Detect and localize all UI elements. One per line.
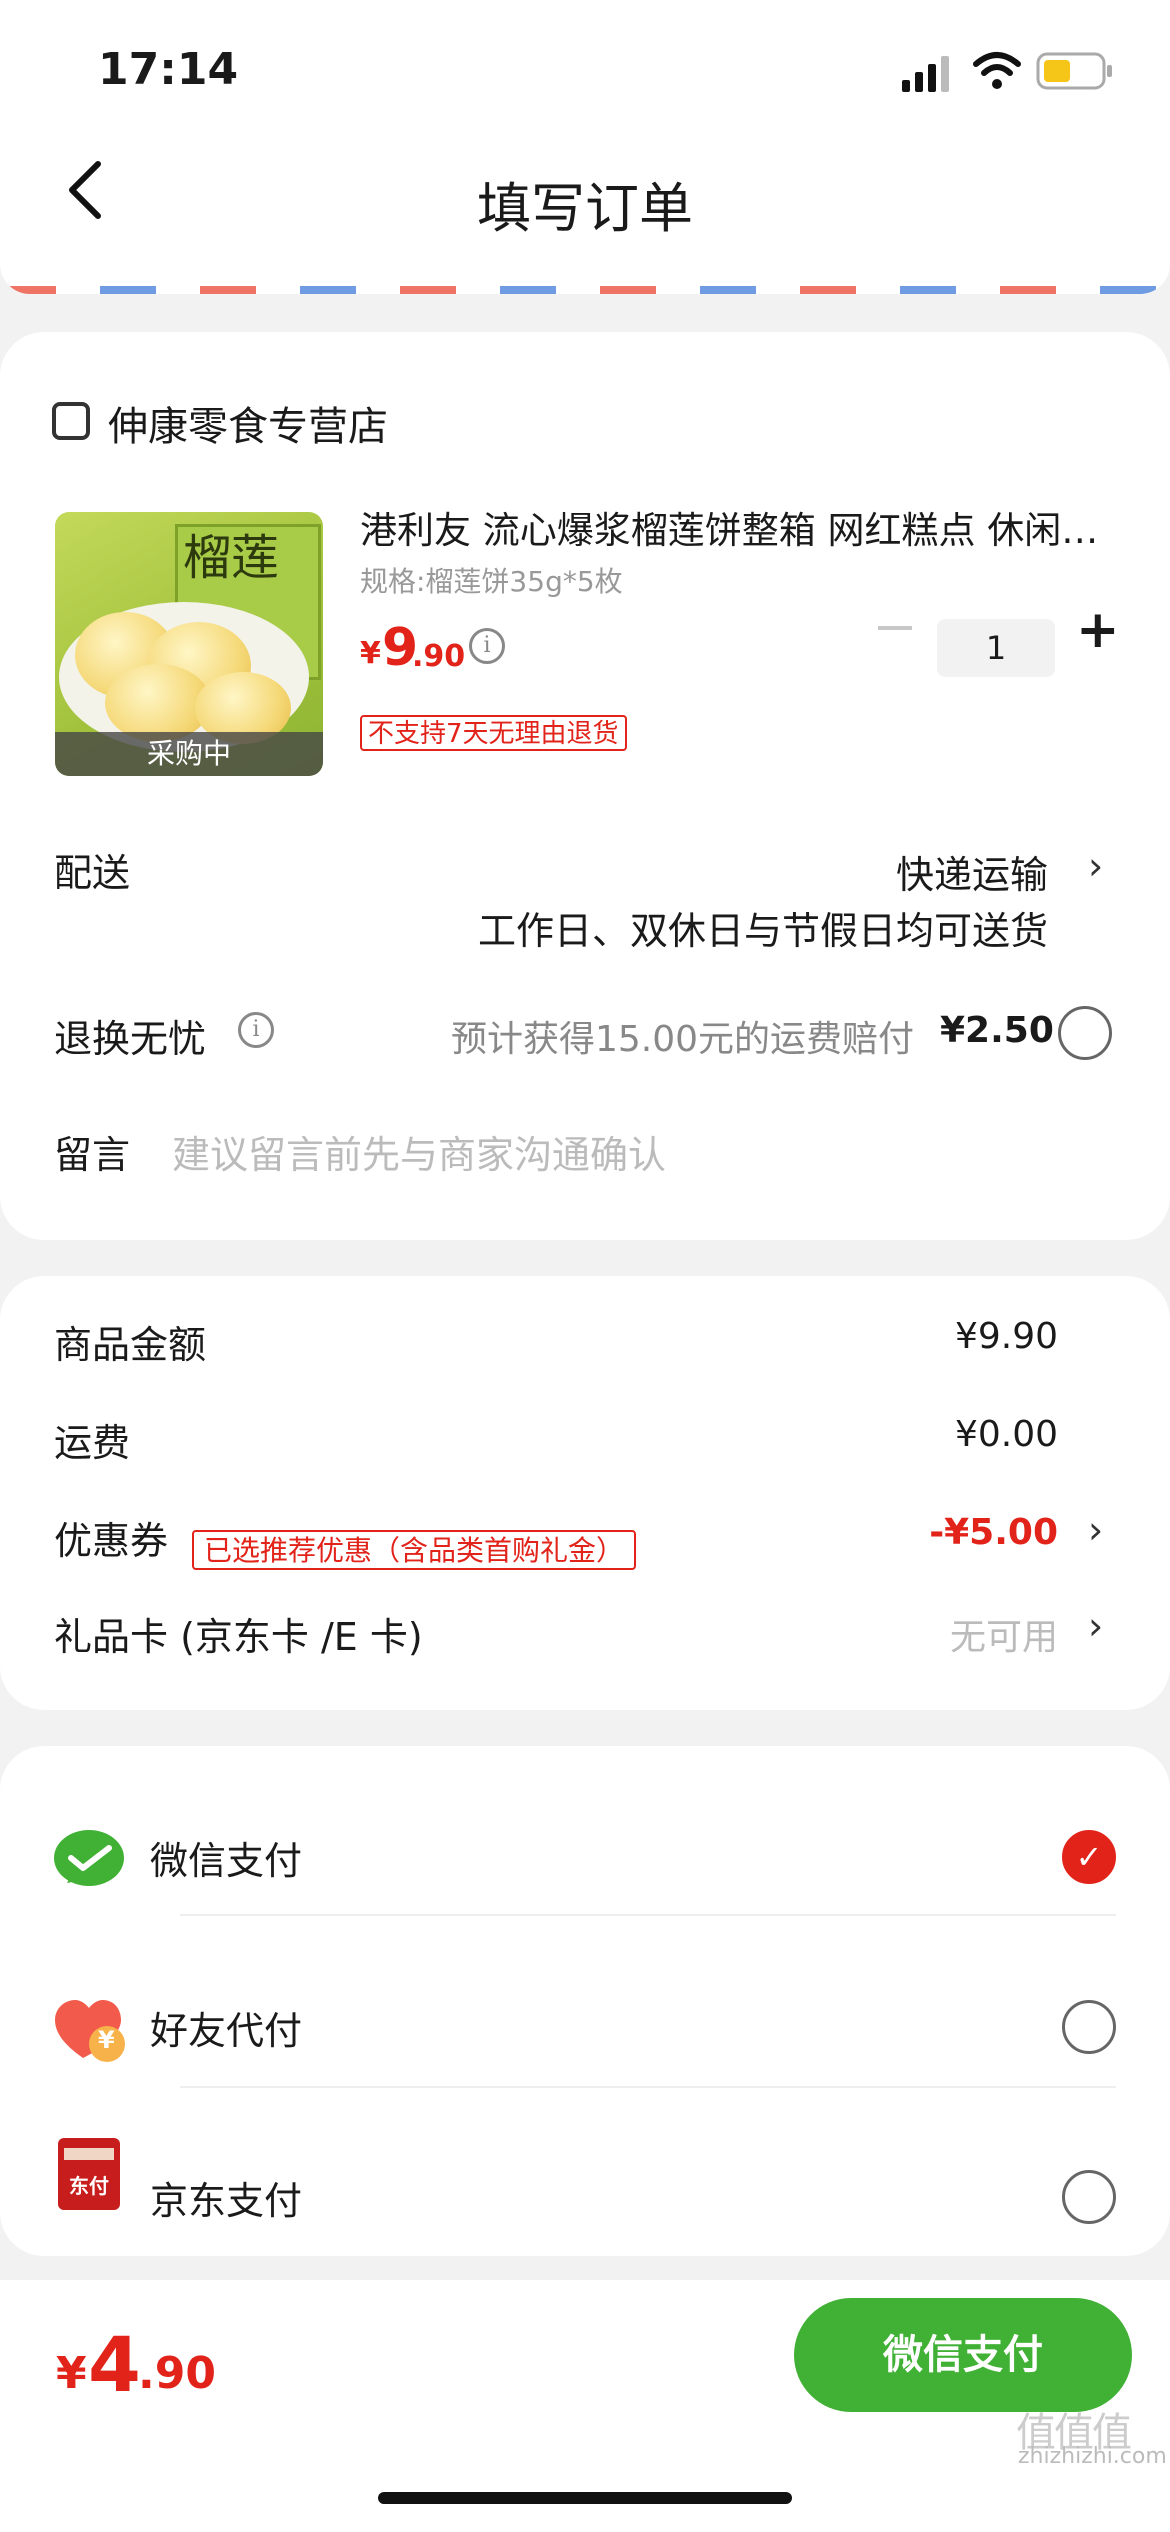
return-policy-tag: 不支持7天无理由退货 <box>360 715 627 751</box>
checkout-bar: ¥ 4 .90 微信支付 <box>0 2280 1170 2532</box>
payment-method-label[interactable]: 好友代付 <box>150 2000 302 2055</box>
shipping-value: ¥0.00 <box>954 1414 1058 1455</box>
product-spec: 规格:榴莲饼35g*5枚 <box>360 565 623 598</box>
airmail-border <box>0 250 1170 294</box>
quantity-minus-button[interactable] <box>878 626 912 630</box>
goods-amount-label: 商品金额 <box>54 1323 207 1367</box>
product-title[interactable]: 港利友 流心爆浆榴莲饼整箱 网红糕点 休闲零食 <box>360 500 1114 554</box>
coupon-label: 优惠券 <box>54 1519 169 1563</box>
home-indicator[interactable] <box>378 2492 792 2504</box>
product-image[interactable]: 榴莲 采购中 <box>55 512 323 776</box>
message-input[interactable]: 建议留言前先与商家沟通确认 <box>172 1124 666 1179</box>
signal-icon <box>902 56 949 92</box>
payment-radio[interactable] <box>1062 2000 1116 2054</box>
giftcard-label: 礼品卡 (京东卡 /E 卡) <box>54 1615 423 1659</box>
coupon-tag: 已选推荐优惠（含品类首购礼金） <box>192 1530 637 1570</box>
giftcard-value[interactable]: 无可用 <box>950 1608 1058 1660</box>
product-price-decimal: .90 <box>412 639 466 674</box>
wechat-pay-button[interactable]: 微信支付 <box>794 2298 1132 2412</box>
insurance-price: ¥2.50 <box>940 1010 1054 1051</box>
chevron-right-icon[interactable]: › <box>1088 844 1103 888</box>
total-currency: ¥ <box>56 2348 87 2399</box>
jd-pay-icon-text: 东付 <box>69 2174 109 2198</box>
insurance-label: 退换无忧 <box>54 1017 207 1061</box>
product-price-currency: ¥ <box>360 636 381 671</box>
insurance-radio[interactable] <box>1058 1006 1112 1060</box>
status-time: 17:14 <box>98 44 239 95</box>
divider <box>180 1914 1116 1916</box>
product-image-text: 榴莲 <box>183 530 280 586</box>
shipping-label: 运费 <box>54 1421 131 1465</box>
total-integer: 4 <box>88 2320 141 2409</box>
quantity-plus-button[interactable]: + <box>1076 600 1120 660</box>
total-decimal: .90 <box>138 2348 216 2399</box>
store-icon <box>52 402 90 440</box>
payment-methods-card: 微信支付 ✓ ¥ 好友代付 东付 京东支付 <box>0 1746 1170 2256</box>
wechat-pay-icon <box>54 1830 124 1886</box>
chevron-right-icon[interactable]: › <box>1088 1604 1103 1648</box>
friend-pay-icon-text: ¥ <box>98 2026 115 2054</box>
delivery-label: 配送 <box>54 851 131 895</box>
insurance-info-icon[interactable]: i <box>238 1012 274 1048</box>
wifi-icon <box>973 52 1021 89</box>
payment-radio-checked[interactable]: ✓ <box>1062 1830 1116 1884</box>
chevron-right-icon[interactable]: › <box>1088 1508 1103 1552</box>
delivery-method[interactable]: 快递运输 <box>896 844 1048 899</box>
battery-icon <box>1036 52 1112 90</box>
order-card: 伸康零食专营店 榴莲 采购中 港利友 流心爆浆榴莲饼整箱 网红糕点 休闲零食 规… <box>0 332 1170 1240</box>
coupon-value[interactable]: -¥5.00 <box>929 1512 1058 1553</box>
price-summary-card: 商品金额 ¥9.90 运费 ¥0.00 优惠券 已选推荐优惠（含品类首购礼金） … <box>0 1276 1170 1710</box>
watermark-text: zhizhizhi.com <box>1018 2444 1167 2469</box>
friend-pay-icon <box>55 2000 125 2062</box>
payment-method-label[interactable]: 京东支付 <box>150 2170 302 2225</box>
insurance-description: 预计获得15.00元的运费赔付 <box>450 1019 914 1060</box>
delivery-note: 工作日、双休日与节假日均可送货 <box>477 909 1048 953</box>
status-bar: 17:14 <box>0 0 1170 130</box>
price-info-icon[interactable]: i <box>469 628 505 664</box>
page-title: 填写订单 <box>477 177 693 240</box>
divider <box>180 2086 1116 2088</box>
jd-pay-icon: 东付 <box>58 2138 120 2210</box>
goods-amount-value: ¥9.90 <box>954 1316 1058 1357</box>
message-label: 留言 <box>54 1133 131 1177</box>
product-image-badge: 采购中 <box>55 732 323 776</box>
nav-header: 填写订单 <box>0 130 1170 250</box>
payment-method-label[interactable]: 微信支付 <box>150 1830 302 1885</box>
store-name[interactable]: 伸康零食专营店 <box>108 394 388 452</box>
quantity-field[interactable]: 1 <box>937 619 1055 677</box>
payment-radio[interactable] <box>1062 2170 1116 2224</box>
